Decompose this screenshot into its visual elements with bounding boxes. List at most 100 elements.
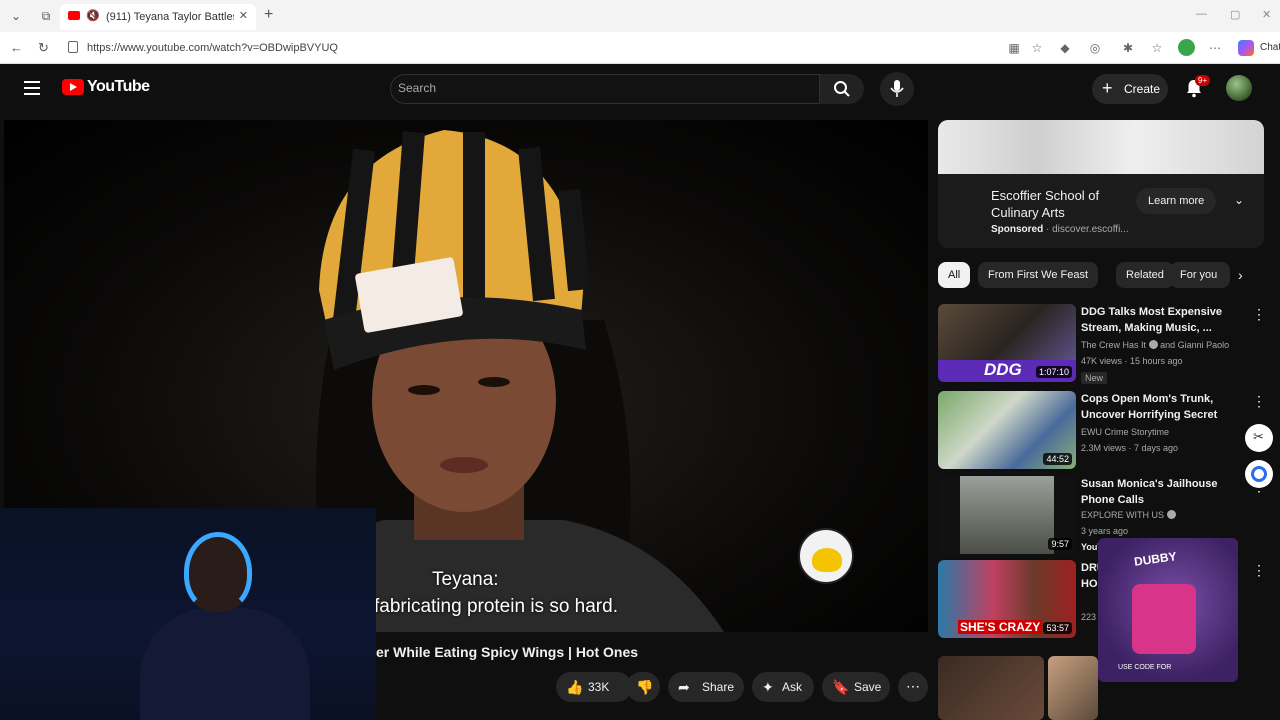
video-meta: 223 <box>1081 612 1097 622</box>
channel-name[interactable]: EWU Crime Storytime <box>1081 427 1169 437</box>
browser-tab-bar: ⌄ ⧉ 🔇 (911) Teyana Taylor Battles Cr ✕ +… <box>0 0 1280 32</box>
video-thumbnail[interactable] <box>938 656 1044 720</box>
promo-code-text: USE CODE FOR <box>1118 664 1172 671</box>
channel-sticker-icon <box>798 528 854 584</box>
reader-icon[interactable]: ▦ <box>1007 41 1021 55</box>
ad-image <box>938 120 1264 174</box>
channel-name[interactable]: The Crew Has It and Gianni Paolo <box>1081 340 1229 350</box>
duration-badge: 9:57 <box>1048 538 1072 550</box>
caption-text: fabricating protein is so hard. <box>374 596 618 617</box>
more-actions-button[interactable]: ⋯ <box>898 672 928 702</box>
list-item[interactable]: 44:52 Cops Open Mom's Trunk, Uncover Hor… <box>938 391 1266 471</box>
chevron-down-icon[interactable]: ⌄ <box>1234 193 1244 207</box>
duration-badge: 53:57 <box>1043 622 1072 634</box>
share-icon: ➦ <box>678 679 690 695</box>
account-avatar[interactable] <box>1226 75 1252 101</box>
favorites-icon[interactable]: ☆ <box>1150 41 1164 55</box>
list-item[interactable]: DDG 1:07:10 DDG Talks Most Expensive Str… <box>938 304 1266 384</box>
ask-button[interactable]: ✦ Ask <box>752 672 814 702</box>
chip-related[interactable]: Related <box>1116 262 1174 288</box>
chat-label[interactable]: Chat <box>1260 42 1280 53</box>
voice-search-button[interactable] <box>880 72 914 106</box>
like-button[interactable]: 👍 33K <box>556 672 632 702</box>
chip-for-you[interactable]: For you <box>1170 262 1230 288</box>
video-thumbnail[interactable]: 44:52 <box>938 391 1076 469</box>
copilot-icon[interactable] <box>1238 40 1254 56</box>
like-count: 33K <box>588 680 610 694</box>
video-thumbnail[interactable]: SHE'S CRAZY 53:57 <box>938 560 1076 638</box>
search-input[interactable] <box>398 81 798 95</box>
favorite-star-icon[interactable]: ☆ <box>1030 41 1044 55</box>
video-title[interactable]: DDG Talks Most Expensive Stream, Making … <box>1081 304 1231 336</box>
profile-extension-icon[interactable] <box>1178 39 1195 56</box>
scissors-icon: ✂ <box>1253 429 1264 444</box>
video-title: er While Eating Spicy Wings | Hot Ones <box>376 644 639 660</box>
sponsored-ad-card[interactable]: Escoffier School of Culinary Arts Sponso… <box>938 120 1264 248</box>
duration-badge: 44:52 <box>1043 453 1072 465</box>
youtube-logo-text[interactable]: YouTube <box>87 78 150 96</box>
video-thumbnail[interactable]: DDG 1:07:10 <box>938 304 1076 382</box>
share-button[interactable]: ➦ Share <box>668 672 744 702</box>
streamer-headphones <box>184 532 252 612</box>
save-button[interactable]: 🔖 Save <box>822 672 890 702</box>
video-title[interactable]: Cops Open Mom's Trunk, Uncover Horrifyin… <box>1081 391 1231 423</box>
more-options-icon[interactable]: ⋮ <box>1252 306 1266 323</box>
video-thumbnail[interactable]: 9:57 <box>938 476 1076 554</box>
thumbs-down-icon: 👎 <box>636 679 654 695</box>
more-options-icon[interactable]: ⋮ <box>1252 393 1266 410</box>
thumbnail-text: SHE'S CRAZY <box>958 620 1043 634</box>
maximize-icon[interactable]: ▢ <box>1230 8 1240 21</box>
filter-chips: All From First We Feast Related For you … <box>938 262 1260 288</box>
dislike-button[interactable]: 👎 <box>626 672 660 702</box>
create-button[interactable]: + Create <box>1092 74 1168 104</box>
close-window-icon[interactable]: ✕ <box>1262 8 1271 21</box>
sponsored-label: Sponsored <box>991 224 1044 235</box>
refresh-icon[interactable]: ↻ <box>38 40 49 56</box>
channel-label: EXPLORE WITH US <box>1081 510 1165 520</box>
chip-all[interactable]: All <box>938 262 971 288</box>
ad-domain: · discover.escoffi... <box>1046 224 1129 235</box>
extensions-puzzle-icon[interactable]: ✱ <box>1121 41 1135 55</box>
chevron-right-icon[interactable]: › <box>1238 267 1243 283</box>
channel-extra: and Gianni Paolo <box>1160 340 1230 350</box>
tab-title: (911) Teyana Taylor Battles Cr <box>106 11 234 23</box>
extension-2-icon[interactable]: ◎ <box>1088 41 1102 55</box>
more-options-icon[interactable]: ⋮ <box>1252 562 1266 579</box>
browser-menu-icon[interactable]: ⋯ <box>1208 41 1222 55</box>
assistant-icon <box>1251 466 1267 482</box>
create-label: Create <box>1124 82 1161 96</box>
youtube-logo-icon[interactable] <box>62 79 84 95</box>
close-tab-icon[interactable]: ✕ <box>239 9 248 22</box>
mute-tab-icon[interactable]: 🔇 <box>86 9 100 22</box>
duration-badge: 1:07:10 <box>1035 366 1072 378</box>
tab-list-icon[interactable]: ⌄ <box>8 8 24 24</box>
side-tool-button[interactable]: ✂ <box>1245 424 1273 452</box>
video-meta: 2.3M views · 7 days ago <box>1081 443 1179 453</box>
site-info-icon[interactable] <box>68 41 78 53</box>
side-tool-button[interactable] <box>1245 460 1273 488</box>
back-icon[interactable]: ← <box>10 40 23 55</box>
ask-label: Ask <box>782 680 803 694</box>
ad-subtitle: Sponsored · discover.escoffi... <box>991 224 1129 235</box>
video-meta: 3 years ago <box>1081 526 1129 536</box>
minimize-icon[interactable]: — <box>1196 8 1207 20</box>
learn-more-button[interactable]: Learn more <box>1136 188 1217 214</box>
video-title[interactable]: Susan Monica's Jailhouse Phone Calls <box>1081 476 1231 508</box>
search-box[interactable] <box>390 74 820 104</box>
channel-name[interactable]: EXPLORE WITH US <box>1081 510 1176 520</box>
new-badge: New <box>1081 372 1108 384</box>
verified-icon <box>1148 340 1158 349</box>
browser-tab[interactable]: 🔇 (911) Teyana Taylor Battles Cr ✕ <box>60 4 256 30</box>
menu-icon[interactable] <box>24 81 40 95</box>
search-icon <box>834 81 850 97</box>
thumbs-up-icon: 👍 <box>566 679 584 695</box>
extension-icon[interactable]: ◆ <box>1058 41 1072 55</box>
tab-actions-icon[interactable]: ⧉ <box>38 8 54 24</box>
url-field[interactable]: https://www.youtube.com/watch?v=OBDwipBV… <box>87 42 338 54</box>
chip-from-first-we-feast[interactable]: From First We Feast <box>978 262 1099 288</box>
microphone-icon <box>890 80 904 97</box>
new-tab-button[interactable]: + <box>264 6 273 24</box>
share-label: Share <box>702 680 735 694</box>
video-thumbnail[interactable] <box>1048 656 1098 720</box>
search-button[interactable] <box>820 74 864 104</box>
